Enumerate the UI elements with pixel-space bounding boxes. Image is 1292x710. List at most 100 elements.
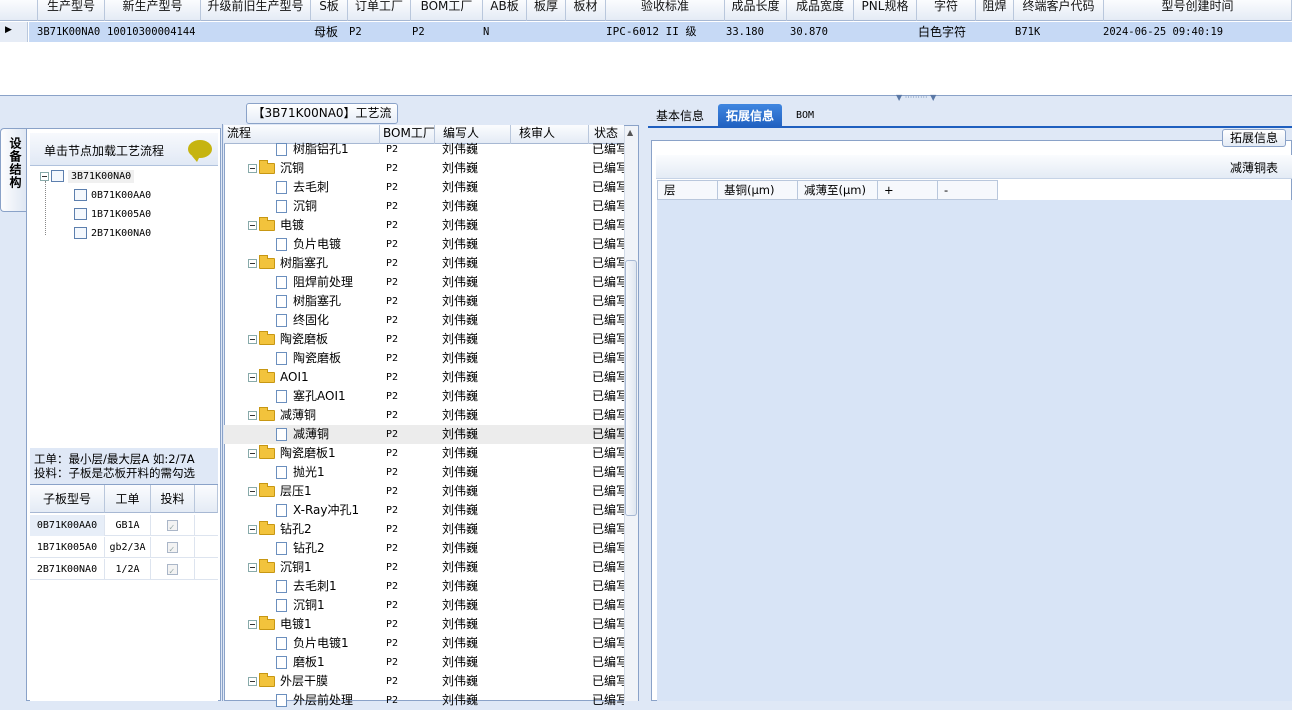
process-step-row[interactable]: 终固化 P2 刘伟巍 已编写: [224, 311, 624, 330]
process-group-row[interactable]: 层压1 P2 刘伟巍 已编写: [224, 482, 624, 501]
add-layer-button[interactable]: +: [878, 181, 938, 199]
cell-created: 2024-06-25 09:40:19: [1103, 26, 1224, 38]
cell-sub-model[interactable]: 0B71K00AA0: [30, 515, 105, 536]
process-name: 去毛刺: [293, 180, 330, 194]
col-header[interactable]: AB板: [483, 0, 527, 21]
tab-basic-info[interactable]: 基本信息: [648, 104, 712, 128]
process-step-row[interactable]: 阻焊前处理 P2 刘伟巍 已编写: [224, 273, 624, 292]
process-step-row[interactable]: 树脂铝孔1 P2 刘伟巍 已编写: [224, 140, 624, 159]
process-step-row[interactable]: 去毛刺1 P2 刘伟巍 已编写: [224, 577, 624, 596]
row-indicator[interactable]: ▶: [0, 22, 28, 42]
cell-sub-model[interactable]: 1B71K005A0: [30, 537, 105, 558]
process-step-row[interactable]: 陶瓷磨板 P2 刘伟巍 已编写: [224, 349, 624, 368]
table-row[interactable]: 2B71K00NA0 1/2A: [30, 559, 218, 583]
cell-author: 刘伟巍: [442, 294, 479, 308]
tree-child-node[interactable]: 1B71K005A0: [74, 207, 151, 223]
col-header[interactable]: 基铜(μm): [718, 181, 798, 199]
process-step-row[interactable]: 负片电镀 P2 刘伟巍 已编写: [224, 235, 624, 254]
process-step-row[interactable]: 沉铜 P2 刘伟巍 已编写: [224, 197, 624, 216]
col-header[interactable]: 成品宽度: [787, 0, 854, 21]
feed-checkbox[interactable]: [167, 518, 178, 539]
col-header[interactable]: S板: [311, 0, 348, 21]
tab-bom[interactable]: BOM: [788, 104, 822, 128]
process-step-row[interactable]: 磨板1 P2 刘伟巍 已编写: [224, 653, 624, 672]
process-group-row[interactable]: 陶瓷磨板 P2 刘伟巍 已编写: [224, 330, 624, 349]
col-header[interactable]: 阻焊: [976, 0, 1014, 21]
tab-device-structure[interactable]: 设备结构: [0, 128, 26, 212]
col-header[interactable]: 板厚: [527, 0, 566, 21]
process-step-row[interactable]: 沉铜1 P2 刘伟巍 已编写: [224, 596, 624, 615]
cell-process: 抛光1: [224, 463, 380, 482]
cell-order[interactable]: GB1A: [105, 515, 151, 536]
process-step-row[interactable]: 抛光1 P2 刘伟巍 已编写: [224, 463, 624, 482]
feed-checkbox[interactable]: [167, 540, 178, 561]
process-step-row[interactable]: 减薄铜 P2 刘伟巍 已编写: [224, 425, 624, 444]
process-group-row[interactable]: 电镀 P2 刘伟巍 已编写: [224, 216, 624, 235]
col-header[interactable]: 型号创建时间: [1104, 0, 1292, 21]
col-header[interactable]: 层: [658, 181, 718, 199]
collapse-icon[interactable]: [248, 373, 257, 382]
process-name: 塞孔AOI1: [293, 389, 346, 403]
process-group-row[interactable]: AOI1 P2 刘伟巍 已编写: [224, 368, 624, 387]
collapse-icon[interactable]: [248, 164, 257, 173]
col-header[interactable]: PNL规格: [854, 0, 917, 21]
cell-sub-model[interactable]: 2B71K00NA0: [30, 559, 105, 580]
col-header[interactable]: 工单: [105, 485, 151, 513]
process-step-row[interactable]: 钻孔2 P2 刘伟巍 已编写: [224, 539, 624, 558]
process-group-row[interactable]: 沉铜1 P2 刘伟巍 已编写: [224, 558, 624, 577]
col-header[interactable]: 成品长度: [725, 0, 787, 21]
col-header[interactable]: BOM工厂: [411, 0, 483, 21]
col-header[interactable]: 升级前旧生产型号: [201, 0, 311, 21]
vertical-splitter[interactable]: [642, 100, 650, 701]
collapse-icon[interactable]: [248, 525, 257, 534]
tab-extended-info[interactable]: 拓展信息: [718, 104, 783, 128]
product-row[interactable]: 3B71K00NA0 10010300004144 母板 P2 P2 N IPC…: [29, 22, 1292, 42]
collapse-icon[interactable]: [248, 677, 257, 686]
process-step-row[interactable]: 去毛刺 P2 刘伟巍 已编写: [224, 178, 624, 197]
tree-child-node[interactable]: 2B71K00NA0: [74, 226, 151, 242]
col-header[interactable]: 终端客户代码: [1014, 0, 1104, 21]
process-step-row[interactable]: 塞孔AOI1 P2 刘伟巍 已编写: [224, 387, 624, 406]
col-header[interactable]: 生产型号: [38, 0, 105, 21]
cell-status: 已编写: [592, 161, 624, 175]
process-group-row[interactable]: 减薄铜 P2 刘伟巍 已编写: [224, 406, 624, 425]
process-group-row[interactable]: 电镀1 P2 刘伟巍 已编写: [224, 615, 624, 634]
col-header[interactable]: 订单工厂: [348, 0, 411, 21]
col-header[interactable]: 投料: [151, 485, 195, 513]
tree-child-node[interactable]: 0B71K00AA0: [74, 188, 151, 204]
process-group-row[interactable]: 树脂塞孔 P2 刘伟巍 已编写: [224, 254, 624, 273]
table-row[interactable]: 0B71K00AA0 GB1A: [30, 515, 218, 539]
col-header[interactable]: 验收标准: [606, 0, 725, 21]
collapse-icon[interactable]: [248, 449, 257, 458]
process-step-row[interactable]: X-Ray冲孔1 P2 刘伟巍 已编写: [224, 501, 624, 520]
extended-info-button[interactable]: 拓展信息: [1222, 129, 1286, 147]
process-group-row[interactable]: 沉铜 P2 刘伟巍 已编写: [224, 159, 624, 178]
remove-layer-button[interactable]: -: [938, 181, 998, 199]
col-header[interactable]: 板材: [566, 0, 606, 21]
collapse-icon[interactable]: [248, 411, 257, 420]
collapse-icon[interactable]: [40, 171, 49, 181]
collapse-icon[interactable]: [248, 259, 257, 268]
process-step-row[interactable]: 负片电镀1 P2 刘伟巍 已编写: [224, 634, 624, 653]
process-group-row[interactable]: 钻孔2 P2 刘伟巍 已编写: [224, 520, 624, 539]
cell-order[interactable]: 1/2A: [105, 559, 151, 580]
collapse-icon[interactable]: [248, 221, 257, 230]
collapse-icon[interactable]: [248, 563, 257, 572]
process-step-row[interactable]: 树脂塞孔 P2 刘伟巍 已编写: [224, 292, 624, 311]
process-scroll-thumb[interactable]: [625, 260, 637, 516]
collapse-icon[interactable]: [248, 335, 257, 344]
process-group-row[interactable]: 外层干膜 P2 刘伟巍 已编写: [224, 672, 624, 691]
process-group-row[interactable]: 陶瓷磨板1 P2 刘伟巍 已编写: [224, 444, 624, 463]
collapse-icon[interactable]: [248, 487, 257, 496]
cell-order[interactable]: gb2/3A: [105, 537, 151, 558]
process-tab-title[interactable]: 【3B71K00NA0】工艺流程: [246, 103, 398, 139]
feed-checkbox[interactable]: [167, 562, 178, 583]
col-header[interactable]: 子板型号: [30, 485, 105, 513]
col-header[interactable]: 字符: [917, 0, 976, 21]
col-header[interactable]: 减薄至(μm): [798, 181, 878, 199]
scroll-up-icon[interactable]: ▲: [627, 128, 633, 137]
collapse-icon[interactable]: [248, 620, 257, 629]
table-row[interactable]: 1B71K005A0 gb2/3A: [30, 537, 218, 561]
col-header[interactable]: 新生产型号: [105, 0, 201, 21]
tree-root-node[interactable]: 3B71K00NA0: [40, 169, 135, 185]
